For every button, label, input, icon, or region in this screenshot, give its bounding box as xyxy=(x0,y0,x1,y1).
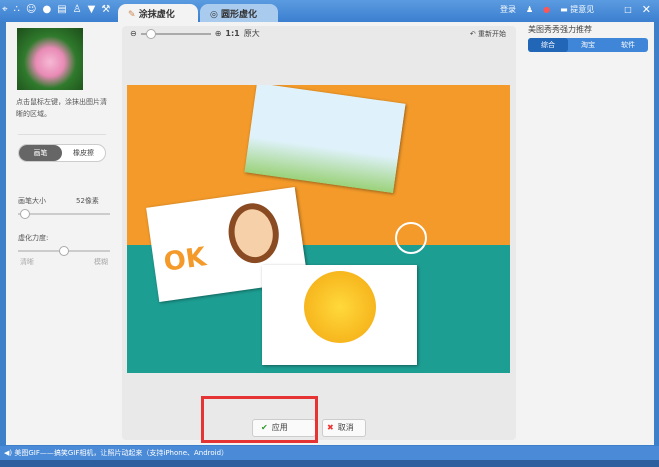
close-button[interactable]: ✕ xyxy=(642,3,651,16)
left-panel: 点击鼠标左键，涂抹出图片清晰的区域。 画笔 橡皮擦 画笔大小 52像素 虚化力度… xyxy=(10,26,118,440)
login-link[interactable]: 登录 xyxy=(500,4,516,15)
thumbnail-image xyxy=(17,28,83,90)
zoom-ratio[interactable]: 1:1 xyxy=(225,29,239,38)
circle-icon: ◎ xyxy=(210,10,221,20)
zoom-bar: ⊖ ⊕ 1:1 原大 xyxy=(130,28,260,39)
hint-text: 点击鼠标左键，涂抹出图片清晰的区域。 xyxy=(16,98,107,118)
qq-icon[interactable]: ♟ xyxy=(526,5,533,14)
brush-size-label: 画笔大小 xyxy=(18,197,46,205)
status-bar[interactable]: ◀) 美图GIF——搞笑GIF相机，让照片动起来（支持iPhone、Androi… xyxy=(0,446,659,460)
brush-button[interactable]: 画笔 xyxy=(19,145,62,161)
blur-label: 虚化力度: xyxy=(18,234,49,242)
cancel-button[interactable]: ✖ 取消 xyxy=(322,419,366,437)
recommend-title: 美图秀秀强力推荐 xyxy=(528,25,592,34)
zoom-out-icon[interactable]: ⊖ xyxy=(130,29,137,38)
photo-card-smiley xyxy=(262,265,417,365)
title-bar: ⌖ ∴ ☺ ● ▤ ♙ ▼ ⚒ ✎ 涂抹虚化 ◎ 圆形虚化 登录 ♟ ● ▬ 提… xyxy=(0,0,659,22)
dots-icon[interactable]: ∴ xyxy=(14,4,20,15)
cancel-icon: ✖ xyxy=(327,423,334,432)
tab-smear-blur[interactable]: ✎ 涂抹虚化 xyxy=(118,4,198,22)
shirt-icon[interactable]: ▼ xyxy=(88,4,96,15)
user-icon[interactable]: ♙ xyxy=(73,4,82,15)
brush-cursor xyxy=(395,222,427,254)
tab-software[interactable]: 软件 xyxy=(608,38,648,52)
editor-area: ⊖ ⊕ 1:1 原大 ↶ 重新开始 OK ✔ 应用 ✖ 取消 xyxy=(122,26,516,440)
highlight-box xyxy=(201,396,318,443)
weibo-icon[interactable]: ● xyxy=(543,5,550,14)
zoom-slider[interactable] xyxy=(140,28,211,39)
eraser-button[interactable]: 橡皮擦 xyxy=(62,145,105,161)
recommend-tabs: 综合 淘宝 软件 xyxy=(528,38,648,52)
tab-general[interactable]: 综合 xyxy=(528,38,568,52)
undo-icon: ↶ xyxy=(469,30,476,38)
reset-button[interactable]: ↶ 重新开始 xyxy=(470,29,506,39)
photo-canvas[interactable]: OK xyxy=(127,85,510,373)
pin-icon[interactable]: ⌖ xyxy=(2,4,8,15)
tab-circle-blur[interactable]: ◎ 圆形虚化 xyxy=(200,4,278,22)
brush-size-value: 52像素 xyxy=(76,197,99,205)
blur-max-label: 模糊 xyxy=(94,258,108,266)
slider-knob[interactable] xyxy=(59,246,69,256)
tab-taobao[interactable]: 淘宝 xyxy=(568,38,608,52)
tool-toggle: 画笔 橡皮擦 xyxy=(18,144,106,162)
toolbar: ⌖ ∴ ☺ ● ▤ ♙ ▼ ⚒ xyxy=(2,4,110,15)
wrench-icon[interactable]: ⚒ xyxy=(101,4,110,15)
slider-knob[interactable] xyxy=(145,28,156,39)
feedback-link[interactable]: ▬ 提意见 xyxy=(560,4,594,15)
zoom-label: 原大 xyxy=(243,29,260,38)
maximize-button[interactable]: □ xyxy=(624,5,632,14)
brush-icon: ✎ xyxy=(128,10,139,20)
keyboard-icon[interactable]: ▤ xyxy=(57,4,66,15)
zoom-in-icon[interactable]: ⊕ xyxy=(215,29,222,38)
taskbar xyxy=(0,460,659,467)
slider-knob[interactable] xyxy=(20,209,30,219)
divider xyxy=(18,134,106,135)
mic-icon[interactable]: ● xyxy=(42,4,51,15)
blur-min-label: 清晰 xyxy=(20,258,34,266)
blur-slider[interactable] xyxy=(18,246,110,256)
photo-card-landscape xyxy=(244,85,406,194)
smile-icon[interactable]: ☺ xyxy=(26,4,36,15)
right-panel: 美图秀秀强力推荐 综合 淘宝 软件 xyxy=(520,22,654,440)
speaker-icon: ◀) xyxy=(4,449,15,457)
brush-size-slider[interactable] xyxy=(18,209,110,219)
